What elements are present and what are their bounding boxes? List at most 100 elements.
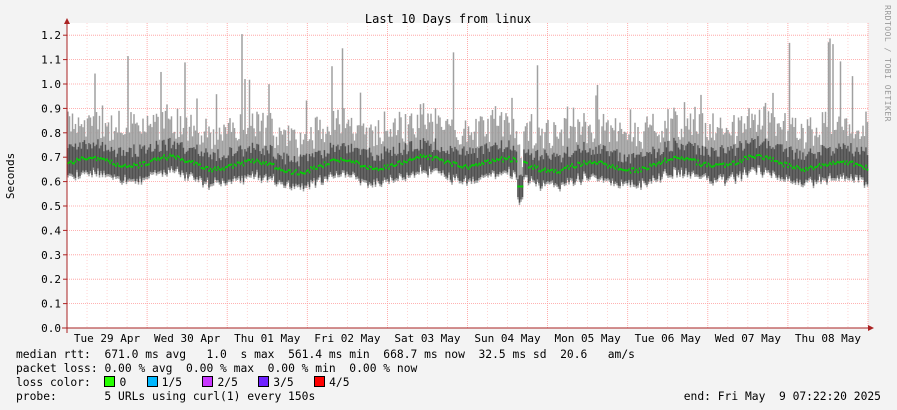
median-point (385, 166, 387, 169)
median-point (281, 169, 284, 172)
median-point (742, 158, 744, 161)
median-point (547, 169, 549, 172)
median-point (244, 159, 246, 162)
median-point (634, 170, 636, 173)
median-point (538, 170, 540, 173)
median-point (197, 163, 200, 166)
median-point (188, 159, 191, 162)
median-point (442, 159, 444, 162)
median-point (863, 168, 866, 171)
median-point (436, 156, 438, 159)
median-point (479, 163, 482, 166)
median-point (676, 157, 678, 160)
y-tick-label: 0.7 (41, 151, 61, 164)
median-point (589, 160, 591, 163)
median-point (443, 162, 446, 165)
median-point (581, 163, 584, 166)
median-point (778, 162, 780, 165)
median-point (734, 163, 737, 166)
median-point (344, 159, 347, 162)
median-point (596, 162, 599, 165)
median-point (712, 165, 714, 168)
median-point (620, 168, 623, 171)
median-point (92, 156, 95, 159)
median-point (695, 163, 698, 166)
median-point (131, 165, 134, 168)
median-point (307, 169, 309, 172)
median-point (412, 158, 414, 161)
loss-color-label: loss color: (16, 376, 91, 389)
median-point (322, 166, 324, 169)
median-point (697, 159, 699, 162)
median-point (314, 167, 317, 170)
median-point (484, 159, 486, 162)
median-point (161, 156, 164, 159)
y-tick-label: 0.3 (41, 249, 61, 262)
median-point (767, 157, 770, 160)
median-point (563, 166, 566, 169)
median-point (662, 159, 665, 162)
median-point (250, 160, 252, 163)
median-point (190, 161, 192, 164)
median-point (488, 162, 491, 165)
median-point (392, 164, 395, 167)
median-point (167, 156, 170, 159)
loss-color-swatch-label: 4/5 (329, 376, 350, 389)
median-point (490, 161, 492, 164)
median-point (584, 162, 587, 165)
median-point (98, 158, 101, 161)
median-point (413, 157, 416, 160)
median-point (527, 166, 530, 169)
median-point (260, 163, 263, 166)
median-point (371, 168, 374, 171)
median-point (770, 159, 773, 162)
loss-color-item: 1/5 (146, 376, 203, 389)
median-point (523, 160, 525, 163)
median-point (76, 157, 78, 160)
median-point (476, 164, 479, 167)
median-point (130, 165, 132, 168)
median-point (179, 158, 182, 161)
median-point (608, 164, 611, 167)
median-point (278, 167, 281, 170)
median-point (665, 161, 668, 164)
median-point (784, 161, 786, 164)
median-point (791, 167, 794, 170)
median-point (566, 164, 569, 167)
median-point (175, 157, 177, 160)
median-point (173, 155, 176, 158)
median-point (802, 168, 804, 171)
median-point (580, 164, 582, 167)
median-point (361, 165, 363, 168)
median-point (266, 163, 269, 166)
median-point (485, 160, 488, 163)
median-point (785, 162, 788, 165)
median-point (400, 162, 402, 165)
median-point (454, 161, 456, 164)
median-point (271, 163, 273, 166)
rrdtool-watermark: RRDTOOL / TOBI OETIKER (883, 5, 892, 122)
median-point (328, 163, 330, 166)
median-point (164, 157, 167, 160)
median-point (848, 161, 851, 164)
median-point (409, 157, 411, 160)
median-point (215, 168, 218, 171)
median-point (616, 165, 618, 168)
median-point (499, 158, 501, 161)
median-point (562, 168, 564, 171)
median-point (517, 185, 519, 188)
loss-color-item: 0 (104, 376, 146, 389)
median-point (614, 167, 617, 170)
median-point (754, 157, 756, 160)
median-point (325, 164, 327, 167)
median-point (262, 161, 264, 164)
median-point (73, 162, 75, 165)
median-point (146, 163, 149, 166)
median-point (91, 157, 93, 160)
median-point (401, 163, 404, 166)
median-point (457, 165, 459, 168)
median-point (497, 158, 500, 161)
median-point (319, 164, 321, 167)
median-point (172, 154, 174, 157)
median-point (782, 165, 785, 168)
